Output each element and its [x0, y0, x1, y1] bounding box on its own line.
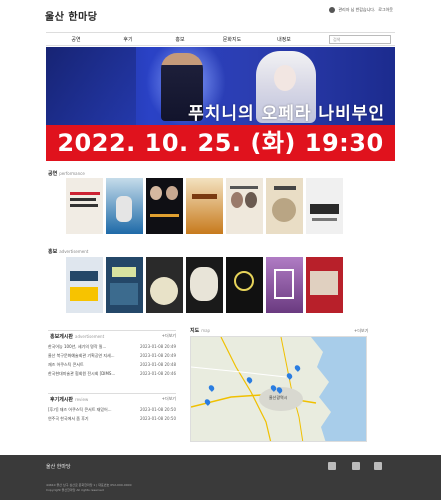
review-board-list: [후기] 재즈 어쿠스틱 콘서트 재밌어... 2023-01-08 20:50 … — [48, 405, 176, 423]
nav-review[interactable]: 후기 — [102, 36, 154, 43]
welcome-text: 관리자 님 반갑습니다. — [338, 7, 376, 12]
promotion-subtitle: advertisement — [59, 249, 89, 254]
site-logo[interactable]: 울산 한마당 — [45, 8, 97, 23]
review-board-title: 후기게시판 — [50, 397, 74, 403]
promotion-poster[interactable] — [106, 257, 143, 313]
list-item-date: 2023-01-08 20:48 — [139, 362, 176, 367]
footer-info: 44610 울산 남구 삼산로 문화한마당 1 | 대표번호 052-000-0… — [46, 483, 132, 493]
promotion-poster[interactable] — [186, 257, 223, 313]
list-item[interactable]: [후기] 재즈 어쿠스틱 콘서트 재밌어... 2023-01-08 20:50 — [48, 405, 176, 414]
footer-logo: 울산 한마당 — [46, 464, 71, 470]
list-item-date: 2023-01-08 20:50 — [139, 407, 176, 412]
banner-background — [46, 47, 136, 127]
review-board-subtitle: review — [75, 397, 89, 402]
promo-board-list: 한국어능 100년, 세기의 명작 릴... 2023-01-08 20:49 울… — [48, 342, 176, 378]
twitter-icon[interactable] — [374, 462, 382, 470]
top-bar: 울산 한마당 관리자 님 반갑습니다. 로그아웃 — [0, 0, 441, 32]
promotion-thumbnails — [66, 257, 343, 313]
facebook-icon[interactable] — [328, 462, 336, 470]
culture-map[interactable]: 울산광역시 — [190, 336, 367, 442]
list-item-date: 2023-01-08 20:49 — [139, 353, 176, 358]
promotion-poster[interactable] — [146, 257, 183, 313]
performance-heading: 공연 performance — [48, 170, 85, 177]
banner-date: 2022. 10. 25. (화) 19:30 — [46, 125, 395, 161]
performance-poster[interactable] — [306, 178, 343, 234]
hero-banner[interactable]: 푸치니의 오페라 나비부인 2022. 10. 25. (화) 19:30 — [46, 47, 395, 161]
promotion-poster[interactable] — [226, 257, 263, 313]
performance-poster[interactable] — [226, 178, 263, 234]
instagram-icon[interactable] — [352, 462, 360, 470]
promotion-title: 홍보 — [48, 249, 58, 255]
promo-board-title: 홍보게시판 — [50, 334, 74, 340]
logout-link[interactable]: 로그아웃 — [378, 7, 393, 13]
list-item-text: 한국현대미술관 협회원 전시회 [DIMS... — [48, 370, 116, 376]
promotion-poster[interactable] — [66, 257, 103, 313]
map-heading: 지도 map — [190, 327, 210, 334]
promotion-heading: 홍보 advertisement — [48, 248, 88, 255]
promotion-poster[interactable] — [306, 257, 343, 313]
list-item-text: 한국어능 100년, 세기의 명작 릴... — [48, 343, 107, 349]
banner-title: 푸치니의 오페라 나비부인 — [188, 104, 385, 124]
performance-poster[interactable] — [266, 178, 303, 234]
performance-poster[interactable] — [146, 178, 183, 234]
performance-subtitle: performance — [59, 171, 85, 176]
list-item-text: [후기] 재즈 어쿠스틱 콘서트 재밌어... — [48, 406, 112, 412]
list-item[interactable]: 한국어능 100년, 세기의 명작 릴... 2023-01-08 20:49 — [48, 342, 176, 351]
list-item[interactable]: 연주곡 한국에서 좀 후기 2023-01-08 20:50 — [48, 414, 176, 423]
list-item-text: 연주곡 한국에서 좀 후기 — [48, 415, 89, 421]
performer-face — [274, 65, 296, 91]
map-subtitle: map — [201, 328, 211, 333]
performance-thumbnails — [66, 178, 343, 234]
nav-performance[interactable]: 공연 — [50, 36, 102, 43]
user-icon — [329, 7, 336, 13]
list-item-date: 2023-01-08 20:46 — [139, 371, 176, 376]
performance-poster[interactable] — [66, 178, 103, 234]
site-footer: 울산 한마당 44610 울산 남구 삼산로 문화한마당 1 | 대표번호 05… — [0, 455, 441, 500]
map-more-link[interactable]: +더보기 — [354, 328, 368, 334]
review-board-heading: 후기게시판 review — [50, 396, 88, 403]
user-bar: 관리자 님 반갑습니다. 로그아웃 — [329, 7, 393, 13]
list-item-text: 재즈 어쿠스틱 콘서트 — [48, 361, 84, 367]
list-item-date: 2023-01-08 20:50 — [139, 416, 176, 421]
main-nav: 공연 후기 홍보 문화지도 내정보 검색 — [46, 32, 395, 46]
promo-board: 홍보게시판 advertisement +더보기 한국어능 100년, 세기의 명… — [48, 330, 176, 376]
map-title: 지도 — [190, 328, 200, 334]
nav-promotion[interactable]: 홍보 — [154, 36, 206, 43]
list-item[interactable]: 울산 북구문화예술회관 기획공연 지세... 2023-01-08 20:49 — [48, 351, 176, 360]
performance-poster[interactable] — [106, 178, 143, 234]
nav-my-info[interactable]: 내정보 — [258, 36, 310, 43]
review-board: 후기게시판 review +더보기 [후기] 재즈 어쿠스틱 콘서트 재밌어...… — [48, 393, 176, 423]
list-item-date: 2023-01-08 20:49 — [139, 344, 176, 349]
list-item[interactable]: 재즈 어쿠스틱 콘서트 2023-01-08 20:48 — [48, 360, 176, 369]
promo-board-subtitle: advertisement — [75, 334, 105, 339]
promotion-poster[interactable] — [266, 257, 303, 313]
performance-poster[interactable] — [186, 178, 223, 234]
performance-title: 공연 — [48, 171, 58, 177]
search-input[interactable]: 검색 — [329, 35, 391, 44]
list-item[interactable]: 한국현대미술관 협회원 전시회 [DIMS... 2023-01-08 20:46 — [48, 369, 176, 378]
review-board-more-link[interactable]: +더보기 — [162, 396, 176, 402]
footer-copyright: Copyright 울산한마당 All rights reserved — [46, 488, 104, 492]
nav-culture-map[interactable]: 문화지도 — [206, 36, 258, 43]
map-city-label: 울산광역시 — [269, 395, 288, 400]
promo-board-heading: 홍보게시판 advertisement — [50, 333, 104, 340]
list-item-text: 울산 북구문화예술회관 기획공연 지세... — [48, 352, 115, 358]
promo-board-more-link[interactable]: +더보기 — [162, 333, 176, 339]
